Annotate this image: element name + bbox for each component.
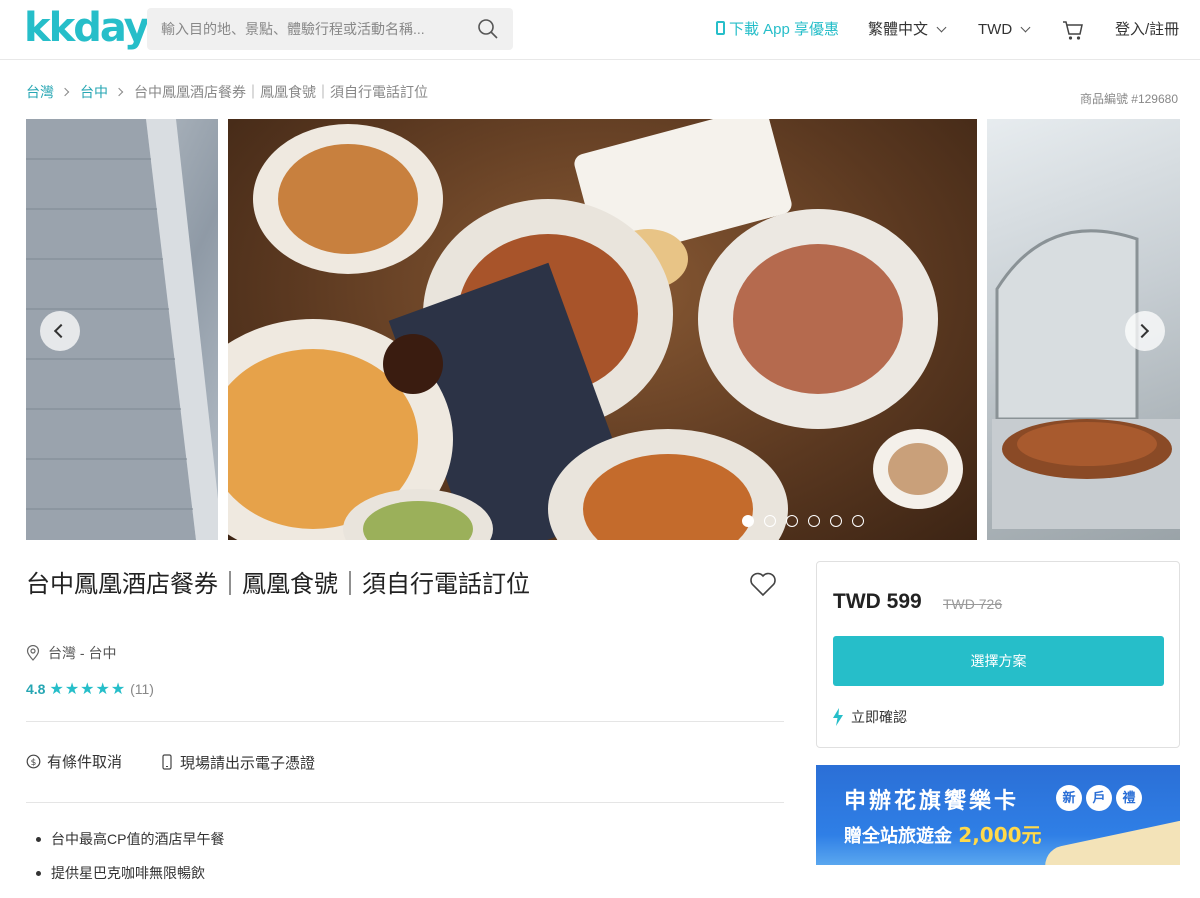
feature-voucher: 現場請出示電子憑證 <box>162 754 315 773</box>
search-box[interactable] <box>147 8 513 50</box>
food-illustration <box>228 119 963 540</box>
banner-subline-prefix: 贈全站旅遊金 <box>844 826 952 847</box>
top-navigation-bar: kkday 下載 App 享優惠 繁體中文 TWD 登入/註冊 <box>0 0 1200 60</box>
banner-badge: 禮 <box>1116 785 1142 811</box>
divider <box>26 802 784 803</box>
banner-amount: 2,000元 <box>958 823 1042 847</box>
phone-icon <box>716 21 725 35</box>
review-count: (11) <box>130 681 154 697</box>
mobile-phone-icon <box>162 754 172 770</box>
breadcrumb-current: 台中鳳凰酒店餐券｜鳳凰食號｜須自行電話訂位 <box>134 84 428 100</box>
currency-label: TWD <box>978 21 1013 38</box>
carousel-dot[interactable] <box>742 515 754 527</box>
heart-icon[interactable] <box>749 571 777 597</box>
original-price: TWD 726 <box>943 596 1003 612</box>
banner-headline: 申辦花旗饗樂卡 <box>844 789 1020 814</box>
chevron-right-icon <box>60 87 70 97</box>
login-link[interactable]: 登入/註冊 <box>1115 20 1179 40</box>
instant-confirmation-label: 立即確認 <box>851 709 907 725</box>
list-item: 提供星巴克咖啡無限暢飲 <box>36 864 224 882</box>
carousel-dot[interactable] <box>852 515 864 527</box>
svg-text:$: $ <box>31 758 37 768</box>
cart-icon[interactable] <box>1062 19 1084 41</box>
carousel-indicators <box>742 515 864 527</box>
booking-panel: TWD 599 TWD 726 選擇方案 立即確認 <box>816 561 1180 748</box>
list-item: 台中最高CP值的酒店早午餐 <box>36 830 224 848</box>
product-location: 台灣 - 台中 <box>26 644 116 662</box>
search-icon[interactable] <box>477 18 499 40</box>
feature-voucher-label: 現場請出示電子憑證 <box>180 755 316 772</box>
chevron-down-icon <box>936 22 947 33</box>
lightning-icon <box>833 708 843 726</box>
search-input[interactable] <box>147 8 467 50</box>
download-app-label: 下載 App 享優惠 <box>729 21 840 38</box>
current-price: TWD 599 <box>833 590 922 613</box>
gallery-next-button[interactable] <box>1125 311 1165 351</box>
currency-selector[interactable]: TWD <box>978 20 1031 40</box>
highlights-list: 台中最高CP值的酒店早午餐 提供星巴克咖啡無限暢飲 <box>36 830 224 898</box>
kkday-logo[interactable]: kkday <box>24 8 150 48</box>
feature-cancellation-label: 有條件取消 <box>47 754 123 771</box>
promo-banner[interactable]: 申辦花旗饗樂卡 新 戶 禮 贈全站旅遊金 2,000元 <box>816 765 1180 865</box>
product-rating[interactable]: 4.8 ★★★★★ (11) <box>26 680 154 699</box>
carousel-dot[interactable] <box>786 515 798 527</box>
feature-cancellation: $ 有條件取消 <box>26 754 122 772</box>
star-icon: ★★★★★ <box>49 681 127 698</box>
chevron-right-icon <box>1134 323 1150 339</box>
carousel-dot[interactable] <box>830 515 842 527</box>
instant-confirmation: 立即確認 <box>833 708 907 726</box>
rating-score: 4.8 <box>26 681 46 697</box>
breadcrumb-item-taichung[interactable]: 台中 <box>80 84 108 100</box>
product-title: 台中鳳凰酒店餐券｜鳳凰食號｜須自行電話訂位 <box>26 570 530 598</box>
carousel-dot[interactable] <box>764 515 776 527</box>
language-selector[interactable]: 繁體中文 <box>868 20 947 40</box>
banner-badge: 新 <box>1056 785 1082 811</box>
chevron-left-icon <box>53 323 69 339</box>
breadcrumb-item-taiwan[interactable]: 台灣 <box>26 84 54 100</box>
location-pin-icon <box>26 644 40 661</box>
beach-decoration <box>1041 817 1180 865</box>
banner-badge: 戶 <box>1086 785 1112 811</box>
chevron-right-icon <box>114 87 124 97</box>
buffet-food-image[interactable] <box>228 119 977 540</box>
breadcrumb: 台灣 台中 台中鳳凰酒店餐券｜鳳凰食號｜須自行電話訂位 <box>26 83 428 101</box>
download-app-link[interactable]: 下載 App 享優惠 <box>716 20 839 40</box>
banner-subline: 贈全站旅遊金 2,000元 <box>844 819 1042 848</box>
select-package-button[interactable]: 選擇方案 <box>833 636 1164 686</box>
gallery-prev-button[interactable] <box>40 311 80 351</box>
image-gallery <box>26 119 1180 540</box>
product-number: 商品編號 #129680 <box>1079 92 1178 106</box>
location-label: 台灣 - 台中 <box>48 645 117 661</box>
language-label: 繁體中文 <box>868 21 929 38</box>
carousel-dot[interactable] <box>808 515 820 527</box>
divider <box>26 721 784 722</box>
chevron-down-icon <box>1020 22 1031 33</box>
dollar-refund-icon: $ <box>26 754 41 769</box>
